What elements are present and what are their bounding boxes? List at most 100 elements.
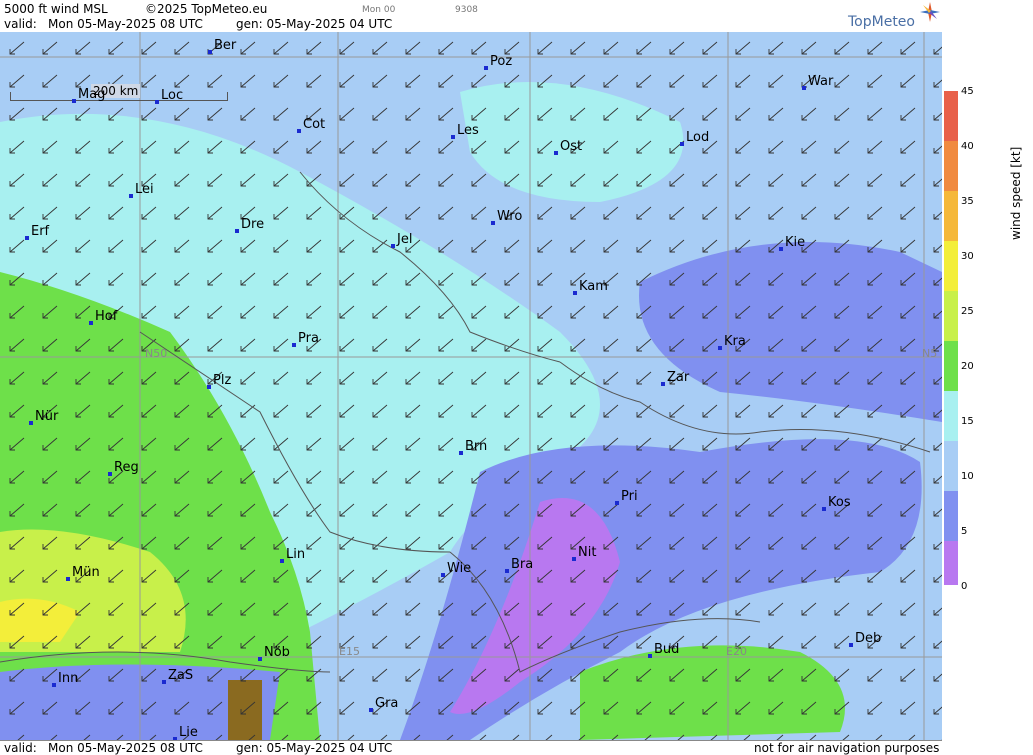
topmeteo-logo: TopMeteo	[848, 14, 915, 30]
legend-color-step	[944, 291, 958, 341]
city-label: ZaS	[168, 668, 194, 683]
city-label: Lei	[135, 182, 154, 197]
legend-tick-label: 30	[961, 251, 974, 262]
city-label: Lie	[179, 725, 198, 740]
city-label: Les	[457, 123, 479, 138]
city-label: Ost	[560, 139, 583, 154]
valid-label: valid:	[4, 17, 37, 31]
city-label: Hof	[95, 309, 118, 324]
grid-label: E15	[339, 645, 360, 658]
legend-tick-label: 40	[961, 141, 974, 152]
city-label: Kos	[828, 495, 851, 510]
footer-bar: valid: Mon 05-May-2025 08 UTC gen: 05-Ma…	[0, 740, 942, 755]
city-label: Kie	[785, 235, 806, 250]
city-marker	[802, 86, 806, 90]
footer-disclaimer: not for air navigation purposes	[754, 741, 940, 755]
city-marker	[779, 247, 783, 251]
valid-time: Mon 05-May-2025 08 UTC	[48, 17, 203, 31]
city-label: Nür	[35, 409, 59, 424]
city-label: Jel	[397, 232, 413, 247]
city-label: Pri	[621, 489, 638, 504]
city-label: Reg	[114, 460, 139, 475]
small-code-label: 9308	[455, 5, 478, 15]
city-label: Mün	[72, 565, 100, 580]
city-label: Plz	[213, 373, 232, 388]
city-marker	[280, 559, 284, 563]
legend-tick-label: 35	[961, 196, 974, 207]
city-marker	[155, 100, 159, 104]
city-label: Inn	[58, 671, 79, 686]
city-label: Wro	[497, 209, 523, 224]
city-marker	[573, 291, 577, 295]
city-label: Brn	[465, 439, 488, 454]
city-marker	[441, 573, 445, 577]
footer-valid-time: Mon 05-May-2025 08 UTC	[48, 741, 203, 755]
city-marker	[572, 557, 576, 561]
city-marker	[459, 451, 463, 455]
legend-color-step	[944, 341, 958, 391]
city-label: Nöb	[264, 645, 290, 660]
city-label: Pra	[298, 331, 319, 346]
city-marker	[718, 346, 722, 350]
legend-color-step	[944, 141, 958, 191]
city-label: Cot	[303, 117, 326, 132]
legend-tick-label: 15	[961, 416, 974, 427]
city-label: Bud	[654, 642, 680, 657]
city-marker	[162, 680, 166, 684]
city-marker	[822, 507, 826, 511]
city-marker	[29, 421, 33, 425]
city-marker	[129, 194, 133, 198]
city-marker	[297, 129, 301, 133]
legend-tick-label: 45	[961, 86, 974, 97]
legend-color-bar	[944, 91, 958, 587]
city-label: Zar	[667, 370, 690, 385]
footer-valid-label: valid:	[4, 741, 37, 755]
city-marker	[648, 654, 652, 658]
copyright-text: ©2025 TopMeteo.eu	[145, 2, 268, 16]
wind-arrow-field	[0, 32, 942, 740]
legend-color-step	[944, 191, 958, 241]
city-marker	[72, 99, 76, 103]
city-label: Loc	[161, 88, 184, 103]
city-marker	[235, 229, 239, 233]
generated-time: gen: 05-May-2025 04 UTC	[236, 17, 393, 31]
city-label: Bra	[511, 557, 534, 572]
city-label: Ber	[214, 38, 237, 53]
product-title: 5000 ft wind MSL	[4, 2, 108, 16]
city-marker	[615, 501, 619, 505]
city-marker	[661, 382, 665, 386]
legend-color-step	[944, 541, 958, 585]
city-marker	[108, 472, 112, 476]
city-marker	[369, 708, 373, 712]
legend-tick-label: 0	[961, 581, 968, 592]
city-label: Poz	[490, 54, 513, 69]
grid-label: N5	[922, 347, 938, 360]
legend-color-step	[944, 491, 958, 541]
wind-map-svg	[0, 32, 942, 740]
city-label: Deb	[855, 631, 882, 646]
city-label: Erf	[31, 224, 50, 239]
small-run-label: Mon 00	[362, 5, 396, 15]
city-label: Nit	[578, 545, 597, 560]
city-label: Gra	[375, 696, 399, 711]
legend-tick-label: 25	[961, 306, 974, 317]
grid-label: E20	[726, 645, 747, 658]
city-marker	[292, 343, 296, 347]
city-label: Wie	[447, 561, 472, 576]
city-label: Kra	[724, 334, 746, 349]
city-marker	[52, 683, 56, 687]
legend-color-step	[944, 391, 958, 441]
city-marker	[391, 244, 395, 248]
grid-label: N50	[145, 347, 168, 360]
legend-title: wind speed [kt]	[1009, 146, 1023, 240]
wind-map[interactable]: 200 km N50 N5 E15 E20 Ber Poz War Mag Loc Cot Les…	[0, 32, 942, 740]
city-marker	[554, 151, 558, 155]
city-marker	[491, 221, 495, 225]
city-marker	[89, 321, 93, 325]
header-bar: 5000 ft wind MSL ©2025 TopMeteo.eu Mon 0…	[0, 0, 942, 32]
city-marker	[849, 643, 853, 647]
legend-color-step	[944, 241, 958, 291]
city-label: War	[808, 74, 834, 89]
legend-color-step	[944, 441, 958, 491]
city-marker	[258, 657, 262, 661]
